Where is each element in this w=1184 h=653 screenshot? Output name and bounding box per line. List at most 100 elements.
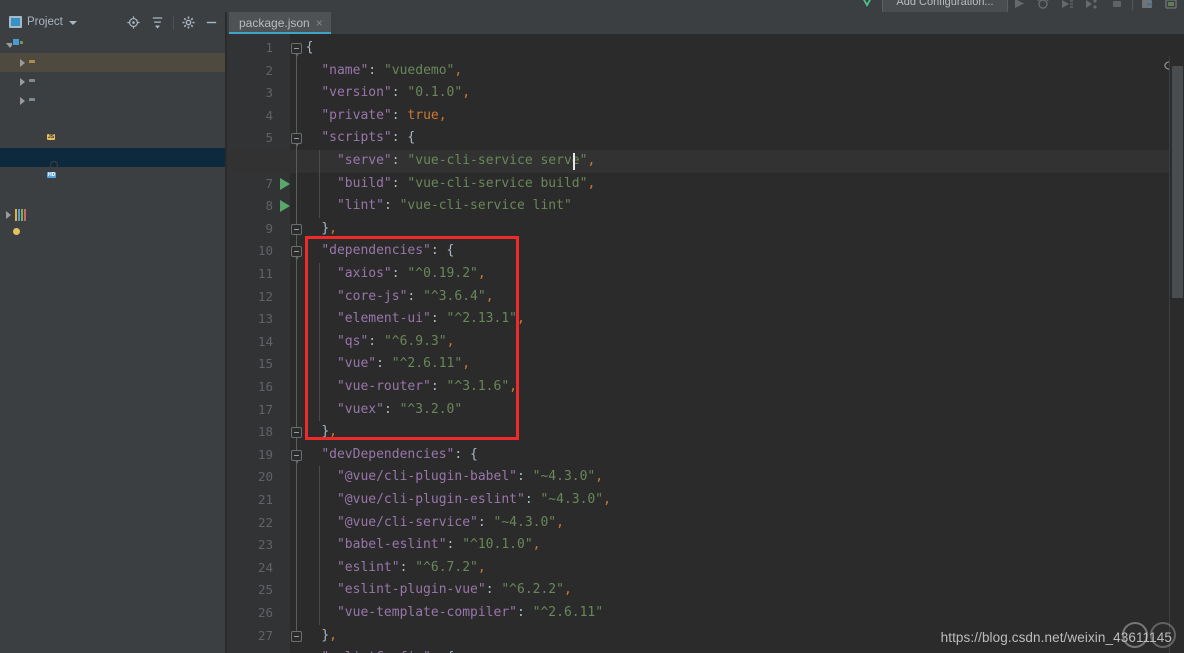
code-line[interactable]: "@vue/cli-plugin-babel": "~4.3.0", bbox=[290, 466, 1184, 489]
code-line[interactable]: { bbox=[290, 37, 1184, 60]
line-number: 26 bbox=[257, 605, 273, 620]
code-token: : bbox=[391, 266, 408, 281]
code-editor[interactable]: 1234567891011121314151617181920212223242… bbox=[227, 34, 1184, 653]
settings-gear-icon[interactable] bbox=[181, 15, 196, 30]
run-script-icon[interactable] bbox=[280, 200, 290, 213]
code-line[interactable]: }, bbox=[290, 625, 1184, 648]
debug-icon[interactable] bbox=[1036, 0, 1050, 10]
code-token: : bbox=[407, 288, 424, 304]
code-line[interactable]: "vue": "^2.6.11", bbox=[290, 353, 1184, 376]
code-line[interactable]: "axios": "^0.19.2", bbox=[290, 263, 1184, 286]
code-line[interactable]: "vue-template-compiler": "^2.6.11" bbox=[290, 602, 1184, 625]
code-line[interactable]: "serve": "vue-cli-service serve", bbox=[290, 150, 1184, 173]
hide-panel-icon[interactable] bbox=[204, 15, 219, 30]
twisty-collapsed-icon[interactable] bbox=[20, 58, 25, 67]
project-file-tree[interactable]: JS HD bbox=[0, 34, 225, 653]
code-line[interactable]: "@vue/cli-service": "~4.3.0", bbox=[290, 512, 1184, 535]
code-line[interactable]: "lint": "vue-cli-service lint" bbox=[290, 195, 1184, 218]
editor-scrollbar-thumb[interactable] bbox=[1172, 66, 1183, 298]
code-line[interactable]: }, bbox=[290, 421, 1184, 444]
code-token: , bbox=[462, 85, 471, 101]
tree-item-public[interactable] bbox=[0, 72, 225, 91]
project-title-group[interactable]: Project bbox=[9, 15, 77, 29]
line-number: 11 bbox=[257, 266, 273, 281]
run-script-icon[interactable] bbox=[280, 177, 290, 190]
code-token: "core-js" bbox=[336, 288, 408, 304]
close-icon[interactable]: × bbox=[316, 17, 323, 29]
search-everywhere-icon[interactable] bbox=[1164, 0, 1178, 10]
code-line[interactable]: "name": "vuedemo", bbox=[290, 60, 1184, 83]
tab-package-json[interactable]: package.json × bbox=[229, 12, 331, 34]
code-token: "~4.3.0" bbox=[540, 492, 604, 507]
collapse-all-icon[interactable] bbox=[150, 15, 165, 30]
code-line[interactable]: "devDependencies": { bbox=[290, 444, 1184, 467]
twisty-collapsed-icon[interactable] bbox=[20, 77, 25, 86]
code-line[interactable]: "@vue/cli-plugin-eslint": "~4.3.0", bbox=[290, 489, 1184, 512]
line-number: 5 bbox=[265, 130, 273, 146]
code-line[interactable]: "eslint": "^6.7.2", bbox=[290, 557, 1184, 580]
twisty-collapsed-icon[interactable] bbox=[20, 96, 25, 105]
fold-collapse-icon[interactable] bbox=[291, 449, 302, 464]
fold-gutter[interactable] bbox=[279, 34, 290, 653]
tree-item-src[interactable] bbox=[0, 91, 225, 110]
code-line[interactable]: "qs": "^6.9.3", bbox=[290, 331, 1184, 354]
project-sidebar: Project JS HD bbox=[0, 12, 225, 653]
code-content[interactable]: { "name": "vuedemo", "version": "0.1.0",… bbox=[290, 34, 1184, 653]
code-line[interactable]: "dependencies": { bbox=[290, 240, 1184, 263]
code-token: "^6.7.2" bbox=[415, 559, 478, 575]
editor-scrollbar-track[interactable] bbox=[1169, 56, 1184, 653]
code-token: , bbox=[446, 333, 455, 349]
code-token: "@vue/cli-service" bbox=[336, 514, 478, 530]
git-update-icon[interactable] bbox=[1140, 0, 1154, 10]
fold-collapse-icon[interactable] bbox=[291, 43, 302, 57]
code-token: : bbox=[391, 175, 408, 191]
project-panel-title: Project bbox=[27, 16, 63, 28]
code-token: "vue-template-compiler" bbox=[336, 605, 517, 620]
code-line[interactable]: "element-ui": "^2.13.1", bbox=[290, 308, 1184, 331]
line-number: 22 bbox=[257, 514, 273, 530]
stop-icon[interactable] bbox=[1110, 0, 1124, 10]
profile-icon[interactable] bbox=[1084, 0, 1098, 10]
code-line[interactable]: "private": true, bbox=[290, 105, 1184, 128]
code-line[interactable]: "version": "0.1.0", bbox=[290, 82, 1184, 105]
code-line[interactable]: "vuex": "^3.2.0" bbox=[290, 399, 1184, 422]
code-line-partial[interactable]: "eslintConfig": { bbox=[290, 647, 1184, 653]
run-configuration-selector[interactable]: Add Configuration... bbox=[882, 0, 1008, 12]
fold-collapse-icon[interactable] bbox=[291, 246, 302, 261]
fold-end-icon[interactable] bbox=[291, 427, 302, 439]
tree-item-package-json[interactable] bbox=[0, 148, 225, 167]
tree-item-babel-config-js[interactable]: JS bbox=[0, 129, 225, 148]
code-token: "vue" bbox=[336, 356, 377, 372]
code-token: , bbox=[477, 266, 486, 281]
tree-item--gitignore[interactable] bbox=[0, 110, 225, 129]
code-line[interactable]: "babel-eslint": "^10.1.0", bbox=[290, 534, 1184, 557]
fold-collapse-icon[interactable] bbox=[291, 133, 302, 148]
code-line[interactable]: "eslint-plugin-vue": "^6.2.2", bbox=[290, 579, 1184, 602]
fold-end-icon[interactable] bbox=[291, 223, 302, 235]
fold-end-icon[interactable] bbox=[291, 630, 302, 642]
code-line[interactable]: "build": "vue-cli-service build", bbox=[290, 173, 1184, 196]
run-icon[interactable] bbox=[1012, 0, 1026, 10]
chevron-down-icon[interactable] bbox=[68, 21, 77, 25]
locate-icon[interactable] bbox=[126, 15, 141, 30]
tree-item-vuedemo[interactable] bbox=[0, 34, 225, 53]
line-number: 2 bbox=[265, 62, 273, 78]
code-line[interactable]: "vue-router": "^3.1.6", bbox=[290, 376, 1184, 399]
tree-item-yarn-lock[interactable] bbox=[0, 186, 225, 205]
code-token: "^2.6.11" bbox=[391, 356, 463, 372]
text-caret bbox=[573, 153, 575, 170]
twisty-collapsed-icon[interactable] bbox=[6, 210, 11, 219]
code-token: "^3.1.6" bbox=[446, 379, 510, 394]
tree-item-external-libraries[interactable] bbox=[0, 205, 225, 224]
code-line[interactable]: "scripts": { bbox=[290, 127, 1184, 150]
tree-item-scratches-and-consoles[interactable] bbox=[0, 224, 225, 243]
code-line[interactable]: "core-js": "^3.6.4", bbox=[290, 286, 1184, 309]
code-token: "vue-cli-service lint" bbox=[399, 198, 572, 214]
tree-item-node-modules[interactable] bbox=[0, 53, 225, 72]
code-token: , bbox=[329, 627, 337, 643]
run-with-coverage-icon[interactable] bbox=[1060, 0, 1074, 10]
code-line[interactable]: }, bbox=[290, 218, 1184, 241]
editor-tab-bar: package.json × bbox=[227, 12, 1184, 34]
tree-item-readme-md[interactable]: HD bbox=[0, 167, 225, 186]
code-token: "scripts" bbox=[321, 130, 392, 146]
